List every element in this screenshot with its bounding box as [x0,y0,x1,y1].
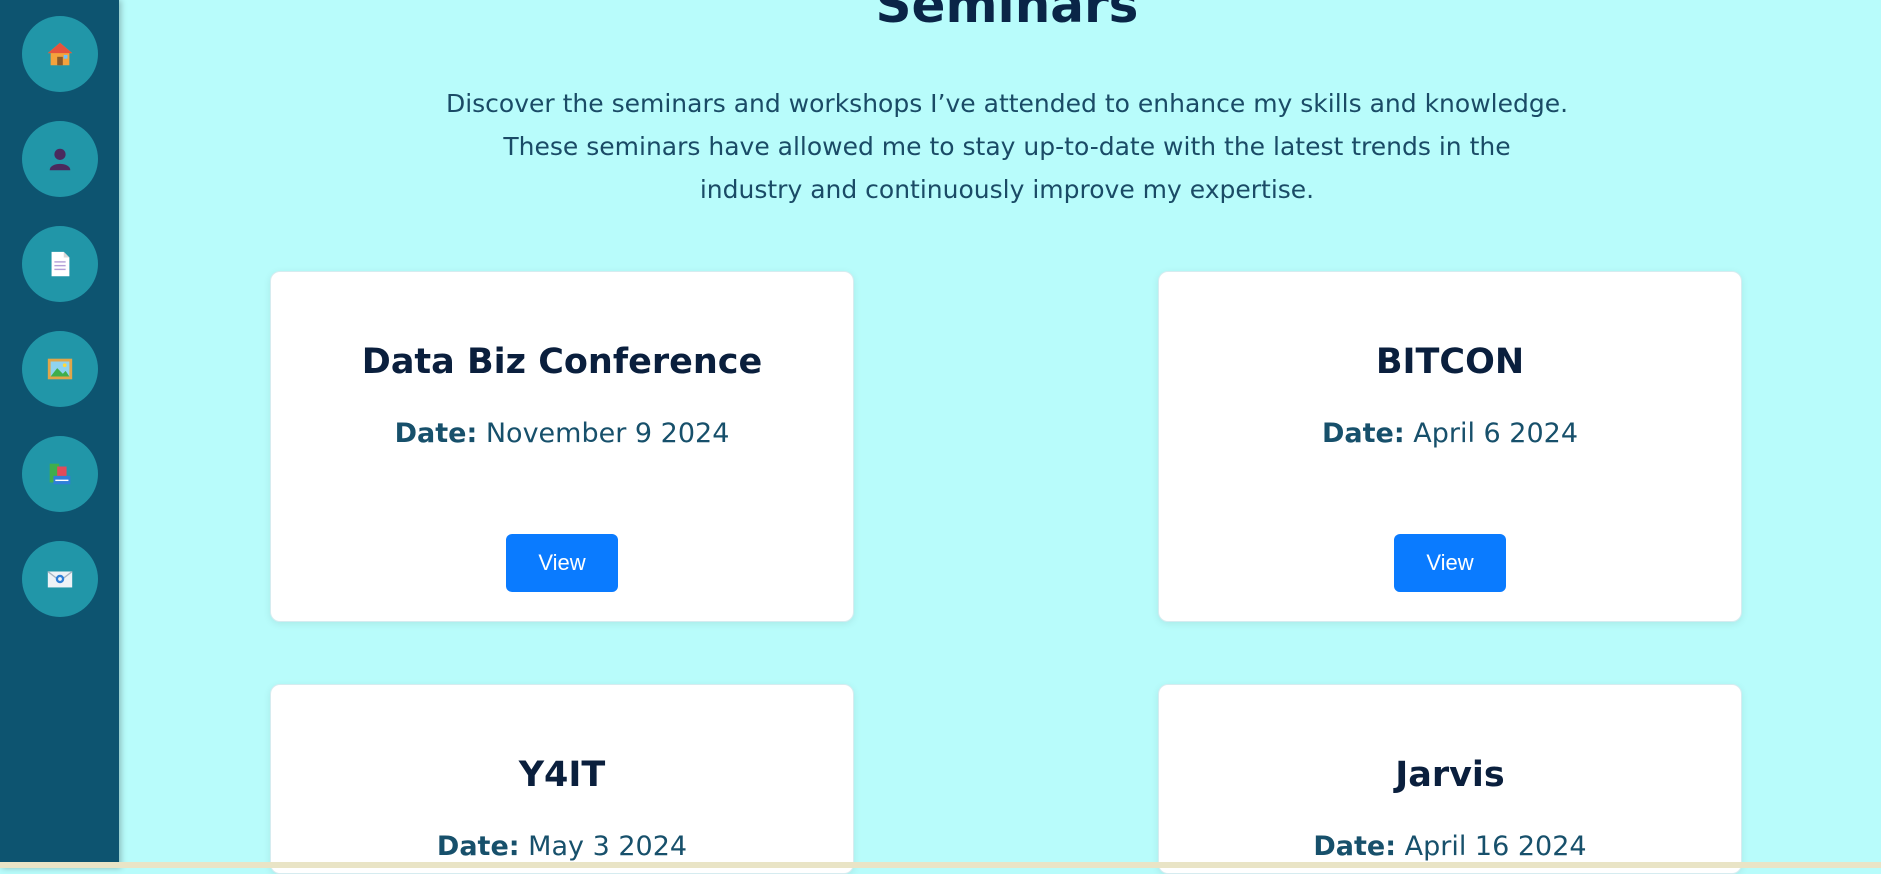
person-icon [49,148,71,171]
nav-seminars-button[interactable] [22,436,98,512]
seminar-date: Date: April 6 2024 [1159,418,1741,449]
date-label: Date: [1321,418,1405,449]
document-icon [51,251,70,277]
intro-text: Discover the seminars and workshops I’ve… [119,82,1881,211]
home-icon [47,42,73,66]
seminar-title: Jarvis [1395,755,1505,795]
intro-line: industry and continuously improve my exp… [699,175,1315,204]
view-button[interactable]: View [1394,534,1506,592]
seminar-date: Date: April 16 2024 [1159,831,1741,862]
seminar-card: Data Biz Conference Date: November 9 202… [270,271,854,622]
email-icon [47,570,73,588]
date-value: April 16 2024 [1404,831,1587,862]
nav-resume-button[interactable] [22,226,98,302]
seminar-title: BITCON [1375,342,1525,382]
nav-home-button[interactable] [22,16,98,92]
nav-contact-button[interactable] [22,541,98,617]
seminar-card: BITCON Date: April 6 2024 View [1158,271,1742,622]
intro-line: Discover the seminars and workshops I’ve… [445,89,1569,118]
picture-icon [47,358,73,380]
date-label: Date: [436,831,520,862]
seminar-title: Y4IT [518,755,606,795]
date-value: November 9 2024 [485,418,730,449]
seminar-card: Y4IT Date: May 3 2024 [270,684,854,874]
view-button[interactable]: View [506,534,618,592]
date-label: Date: [1313,831,1397,862]
seminar-title: Data Biz Conference [361,342,763,382]
window-bottom-edge [0,862,1881,868]
seminar-card: Jarvis Date: April 16 2024 [1158,684,1742,874]
intro-line: These seminars have allowed me to stay u… [503,132,1511,161]
seminar-date: Date: May 3 2024 [271,831,853,862]
nav-gallery-button[interactable] [22,331,98,407]
date-label: Date: [394,418,478,449]
page-title: Seminars [875,0,1139,34]
nav-about-button[interactable] [22,121,98,197]
date-value: April 6 2024 [1413,418,1579,449]
date-value: May 3 2024 [528,831,688,862]
books-icon [49,463,71,485]
seminar-date: Date: November 9 2024 [271,418,853,449]
sidebar [0,0,119,868]
